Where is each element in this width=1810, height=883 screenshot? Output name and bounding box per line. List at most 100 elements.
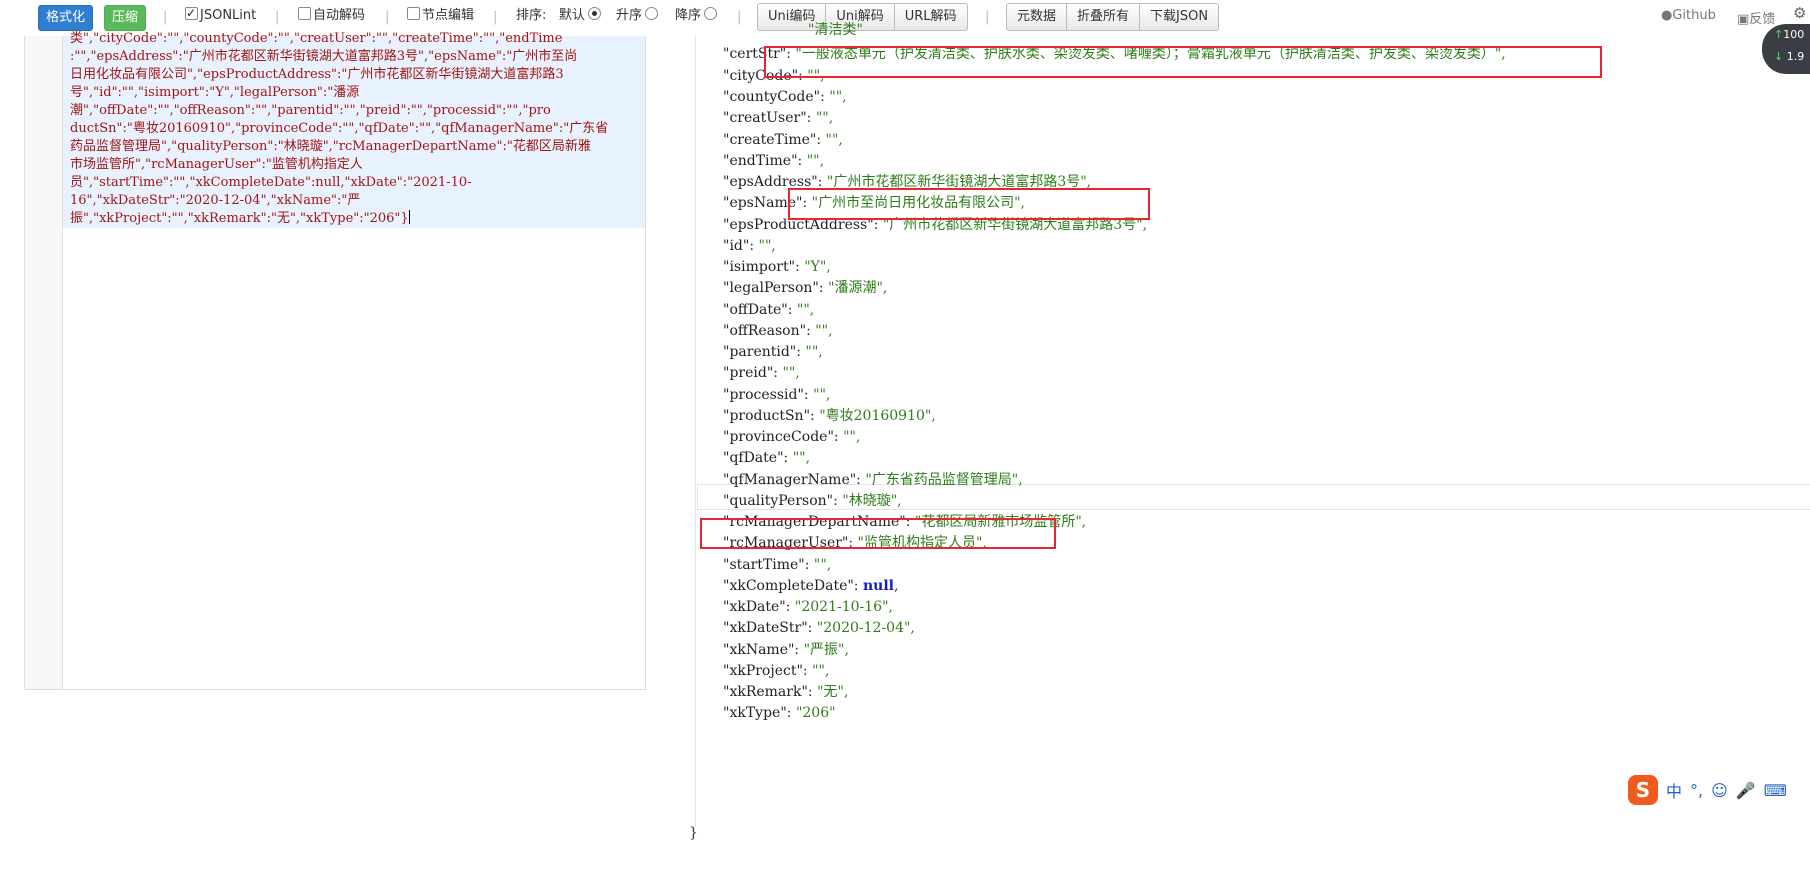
json-value: "无", [817, 684, 849, 700]
json-colon: : [802, 663, 813, 679]
json-colon: : [786, 705, 796, 721]
json-value: "", [815, 323, 833, 339]
network-speed-widget[interactable]: ↑100 ↓ 1.9 [1762, 24, 1810, 74]
json-line: "creatUser": "", [723, 108, 833, 128]
json-key: "xkDateStr" [723, 620, 808, 636]
url-decode-button[interactable]: URL解码 [895, 4, 967, 30]
upload-speed: ↑100 [1774, 28, 1804, 41]
json-key: "xkProject" [723, 663, 803, 679]
feedback-link[interactable]: ▣反馈 [1737, 8, 1775, 27]
raw-json-line: :"","epsAddress":"广州市花都区新华街镜湖大道富邦路3号","e… [70, 49, 578, 64]
json-value: "", [829, 89, 847, 105]
json-key: "qfDate" [723, 450, 784, 466]
raw-json-line: ductSn":"粤妆20160910","provinceCode":"","… [70, 121, 609, 136]
separator: | [737, 10, 742, 25]
json-value: "2020-12-04", [816, 620, 915, 636]
json-value: "", [782, 365, 800, 381]
json-line: "provinceCode": "", [723, 427, 860, 447]
json-value: "", [815, 110, 834, 126]
ime-keyboard-icon[interactable]: ⌨ [1764, 781, 1787, 800]
json-key: "offReason" [723, 323, 807, 339]
json-line: "offDate": "", [723, 300, 814, 320]
json-value: "", [843, 429, 861, 445]
json-key: "xkRemark" [723, 684, 808, 700]
action-button-group: 元数据 折叠所有 下载JSON [1006, 3, 1220, 31]
json-line: "countyCode": "", [723, 87, 847, 107]
auto-decode-label: 自动解码 [313, 8, 366, 23]
radio-icon[interactable] [588, 7, 602, 20]
json-key: "xkType" [723, 705, 787, 721]
checkbox-icon[interactable] [298, 7, 311, 20]
sort-desc-radio[interactable]: 降序 [675, 6, 718, 26]
json-line: "xkType": "206" [723, 703, 836, 723]
json-value: "", [806, 153, 825, 169]
node-edit-label: 节点编辑 [422, 8, 475, 23]
auto-decode-checkbox[interactable]: 自动解码 [298, 6, 365, 26]
json-line: "qfManagerName": "广东省药品监督管理局", [723, 470, 1023, 490]
sort-asc-radio[interactable]: 升序 [616, 6, 659, 26]
raw-json-line: 潮","offDate":"","offReason":"","parentid… [70, 103, 551, 118]
json-colon: : [785, 599, 795, 615]
json-line: "qualityPerson": "林晓璇", [723, 491, 902, 511]
json-value: "林晓璇", [842, 493, 902, 509]
radio-icon[interactable] [645, 7, 659, 20]
json-colon: : [816, 132, 826, 148]
json-line: "preid": "", [723, 363, 800, 383]
json-line: "isimport": "Y", [723, 257, 831, 277]
raw-json-line: 日用化妆品有限公司","epsProductAddress":"广州市花都区新华… [70, 67, 564, 82]
json-value: "", [813, 557, 832, 573]
json-colon: : [856, 472, 866, 488]
jsonlint-checkbox[interactable]: JSONLint [185, 3, 256, 26]
json-colon: : [795, 259, 805, 275]
json-colon: : [806, 110, 816, 126]
json-colon: : [803, 387, 814, 403]
ime-punct-icon[interactable]: °, [1690, 781, 1703, 800]
raw-json-line: 药品监督管理局","qualityPerson":"林晓璇","rcManage… [70, 139, 591, 154]
sort-default-radio[interactable]: 默认 [559, 6, 602, 26]
gear-icon[interactable]: ⚙ [1793, 4, 1806, 22]
download-json-button[interactable]: 下载JSON [1140, 4, 1218, 30]
json-key: "legalPerson" [723, 280, 819, 296]
panel-divider[interactable] [695, 36, 696, 826]
json-colon: : [820, 89, 830, 105]
ime-toolbar[interactable]: S 中 °, ☺ 🎤 ⌨ [1628, 774, 1787, 806]
json-line: "endTime": "", [723, 151, 824, 171]
json-key: "endTime" [723, 153, 798, 169]
ime-lang-icon[interactable]: 中 [1666, 778, 1682, 802]
format-button[interactable]: 格式化 [38, 5, 94, 31]
github-link[interactable]: ●Github [1661, 8, 1716, 23]
json-colon: : [787, 302, 797, 318]
ime-emoji-icon[interactable]: ☺ [1711, 781, 1728, 800]
radio-icon[interactable] [704, 7, 718, 20]
raw-json-text[interactable]: 类","cityCode":"","countyCode":"","creatU… [70, 30, 642, 228]
json-colon: : [794, 642, 804, 658]
json-value: "", [758, 238, 776, 254]
raw-json-editor[interactable]: 类","cityCode":"","countyCode":"","creatU… [24, 31, 646, 690]
node-edit-checkbox[interactable]: 节点编辑 [407, 6, 474, 26]
raw-json-line: 号","id":"","isimport":"Y","legalPerson":… [70, 85, 360, 100]
json-key: "xkName" [723, 642, 795, 658]
feedback-label: 反馈 [1749, 12, 1776, 27]
separator: | [385, 10, 390, 25]
fold-all-button[interactable]: 折叠所有 [1067, 4, 1141, 30]
json-line: "createTime": "", [723, 130, 843, 150]
json-key: "parentid" [723, 344, 797, 360]
json-colon: : [783, 450, 793, 466]
json-line: "xkCompleteDate": null, [723, 576, 898, 596]
json-line: "parentid": "", [723, 342, 823, 362]
json-comma: , [893, 578, 899, 594]
sogou-logo-icon[interactable]: S [1628, 775, 1658, 805]
checkbox-icon[interactable] [407, 7, 420, 20]
json-line: "startTime": "", [723, 555, 831, 575]
metadata-button[interactable]: 元数据 [1007, 4, 1068, 30]
arrow-down-icon: ↓ [1774, 50, 1784, 63]
ime-mic-icon[interactable]: 🎤 [1736, 781, 1756, 800]
json-colon: : [807, 620, 817, 636]
compress-button[interactable]: 压缩 [104, 5, 147, 31]
raw-json-line: 市场监管所","rcManagerUser":"监管机构指定人 [70, 157, 363, 172]
json-key: "isimport" [723, 259, 796, 275]
json-key: "qualityPerson" [723, 493, 834, 509]
json-key: "qfManagerName" [723, 472, 857, 488]
checkbox-icon[interactable] [185, 3, 198, 23]
json-key: "xkCompleteDate" [723, 578, 854, 594]
